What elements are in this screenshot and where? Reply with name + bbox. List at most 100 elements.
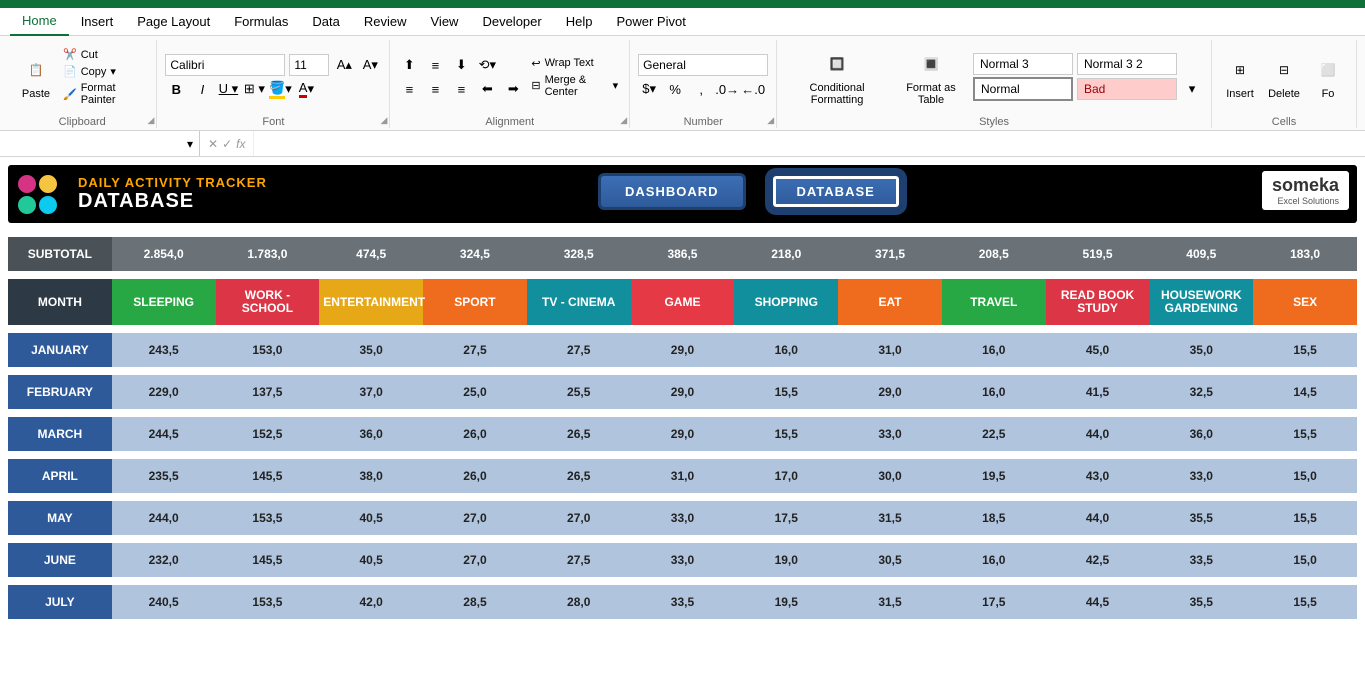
data-cell[interactable]: 152,5 — [216, 417, 320, 451]
data-cell[interactable]: 27,5 — [423, 333, 527, 367]
formula-input[interactable] — [253, 131, 1365, 156]
font-launcher[interactable]: ◢ — [380, 115, 387, 126]
data-cell[interactable]: 27,5 — [527, 333, 631, 367]
data-cell[interactable]: 25,0 — [423, 375, 527, 409]
subtotal-cell[interactable]: 474,5 — [319, 237, 423, 271]
data-cell[interactable]: 26,5 — [527, 417, 631, 451]
data-cell[interactable]: 19,5 — [942, 459, 1046, 493]
subtotal-cell[interactable]: 371,5 — [838, 237, 942, 271]
tab-data[interactable]: Data — [300, 8, 351, 35]
data-cell[interactable]: 35,5 — [1149, 501, 1253, 535]
dec-decimal-icon[interactable]: ←.0 — [742, 78, 764, 100]
data-cell[interactable]: 15,5 — [734, 375, 838, 409]
subtotal-cell[interactable]: 328,5 — [527, 237, 631, 271]
data-cell[interactable]: 29,0 — [838, 375, 942, 409]
bold-button[interactable]: B — [165, 78, 187, 100]
month-cell[interactable]: APRIL — [8, 459, 112, 493]
data-cell[interactable]: 14,5 — [1253, 375, 1357, 409]
font-color-button[interactable]: A▾ — [295, 78, 317, 100]
data-cell[interactable]: 33,0 — [631, 501, 735, 535]
data-cell[interactable]: 31,0 — [631, 459, 735, 493]
border-button[interactable]: ⊞ ▾ — [243, 78, 265, 100]
data-cell[interactable]: 43,0 — [1046, 459, 1150, 493]
style-normal3[interactable]: Normal 3 — [973, 53, 1073, 75]
data-cell[interactable]: 27,0 — [423, 501, 527, 535]
subtotal-cell[interactable]: 208,5 — [942, 237, 1046, 271]
data-cell[interactable]: 15,5 — [1253, 585, 1357, 619]
italic-button[interactable]: I — [191, 78, 213, 100]
data-cell[interactable]: 31,0 — [838, 333, 942, 367]
format-as-table-button[interactable]: 🔳 Format as Table — [893, 46, 969, 108]
underline-button[interactable]: U ▾ — [217, 78, 239, 100]
tab-formulas[interactable]: Formulas — [222, 8, 300, 35]
data-cell[interactable]: 33,0 — [631, 543, 735, 577]
paste-button[interactable]: 📋 Paste — [16, 52, 56, 102]
column-header[interactable]: SHOPPING — [734, 279, 838, 325]
month-cell[interactable]: FEBRUARY — [8, 375, 112, 409]
month-cell[interactable]: JANUARY — [8, 333, 112, 367]
data-cell[interactable]: 244,5 — [112, 417, 216, 451]
data-cell[interactable]: 137,5 — [216, 375, 320, 409]
data-cell[interactable]: 35,0 — [1149, 333, 1253, 367]
month-cell[interactable]: MAY — [8, 501, 112, 535]
column-header[interactable]: HOUSEWORK GARDENING — [1149, 279, 1253, 325]
fill-color-button[interactable]: 🪣▾ — [269, 78, 291, 100]
tab-developer[interactable]: Developer — [470, 8, 553, 35]
data-cell[interactable]: 42,5 — [1046, 543, 1150, 577]
currency-icon[interactable]: $▾ — [638, 78, 660, 100]
data-cell[interactable]: 18,5 — [942, 501, 1046, 535]
data-cell[interactable]: 26,0 — [423, 417, 527, 451]
data-cell[interactable]: 16,0 — [942, 333, 1046, 367]
data-cell[interactable]: 243,5 — [112, 333, 216, 367]
data-cell[interactable]: 153,0 — [216, 333, 320, 367]
data-cell[interactable]: 36,0 — [319, 417, 423, 451]
data-cell[interactable]: 15,5 — [734, 417, 838, 451]
column-header[interactable]: ENTERTAINMENT — [319, 279, 423, 325]
data-cell[interactable]: 40,5 — [319, 543, 423, 577]
month-cell[interactable]: JUNE — [8, 543, 112, 577]
clipboard-launcher[interactable]: ◢ — [147, 115, 154, 126]
wrap-text-button[interactable]: ↩Wrap Text — [528, 56, 621, 71]
data-cell[interactable]: 41,5 — [1046, 375, 1150, 409]
data-cell[interactable]: 31,5 — [838, 585, 942, 619]
subtotal-cell[interactable]: 519,5 — [1046, 237, 1150, 271]
font-size-select[interactable] — [289, 54, 329, 76]
data-cell[interactable]: 145,5 — [216, 459, 320, 493]
data-cell[interactable]: 37,0 — [319, 375, 423, 409]
data-cell[interactable]: 27,0 — [423, 543, 527, 577]
column-header[interactable]: EAT — [838, 279, 942, 325]
data-cell[interactable]: 153,5 — [216, 501, 320, 535]
tab-review[interactable]: Review — [352, 8, 419, 35]
tab-home[interactable]: Home — [10, 7, 69, 36]
data-cell[interactable]: 153,5 — [216, 585, 320, 619]
style-bad[interactable]: Bad — [1077, 78, 1177, 100]
column-header[interactable]: GAME — [631, 279, 735, 325]
column-header[interactable]: SPORT — [423, 279, 527, 325]
subtotal-cell[interactable]: 2.854,0 — [112, 237, 216, 271]
name-dropdown-icon[interactable]: ▾ — [187, 137, 193, 151]
data-cell[interactable]: 35,5 — [1149, 585, 1253, 619]
dashboard-button[interactable]: DASHBOARD — [598, 173, 746, 210]
data-cell[interactable]: 229,0 — [112, 375, 216, 409]
data-cell[interactable]: 38,0 — [319, 459, 423, 493]
subtotal-cell[interactable]: 386,5 — [631, 237, 735, 271]
data-cell[interactable]: 35,0 — [319, 333, 423, 367]
data-cell[interactable]: 44,0 — [1046, 501, 1150, 535]
data-cell[interactable]: 30,0 — [838, 459, 942, 493]
data-cell[interactable]: 33,0 — [1149, 459, 1253, 493]
data-cell[interactable]: 27,0 — [527, 501, 631, 535]
align-middle-icon[interactable]: ≡ — [424, 54, 446, 76]
data-cell[interactable]: 30,5 — [838, 543, 942, 577]
increase-font-icon[interactable]: A▴ — [333, 54, 355, 76]
data-cell[interactable]: 33,0 — [838, 417, 942, 451]
data-cell[interactable]: 240,5 — [112, 585, 216, 619]
data-cell[interactable]: 16,0 — [734, 333, 838, 367]
number-format-select[interactable] — [638, 54, 768, 76]
fx-icon[interactable]: fx — [236, 137, 245, 151]
subtotal-cell[interactable]: 218,0 — [734, 237, 838, 271]
accept-formula-icon[interactable]: ✓ — [222, 137, 232, 151]
data-cell[interactable]: 42,0 — [319, 585, 423, 619]
column-header[interactable]: TRAVEL — [942, 279, 1046, 325]
format-cells-button[interactable]: ⬜ Fo — [1308, 52, 1348, 102]
style-normal32[interactable]: Normal 3 2 — [1077, 53, 1177, 75]
